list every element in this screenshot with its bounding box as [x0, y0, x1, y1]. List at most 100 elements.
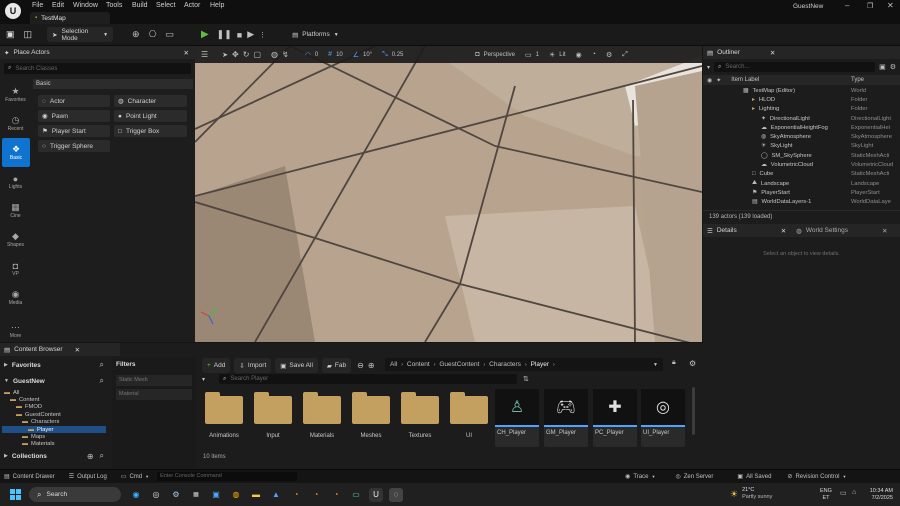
asset-search[interactable]: ⌕ Search Player [219, 374, 518, 384]
sidebar-basic[interactable]: ❖ Basic [2, 138, 30, 167]
console-input[interactable]: Enter Console Command [157, 472, 298, 481]
import-button[interactable]: ⇩ Import [234, 358, 272, 373]
maximize-icon[interactable]: ❐ [867, 2, 873, 10]
angle-snap-value[interactable]: 10° [363, 52, 372, 58]
rotate-snap-icon[interactable]: ◠ [305, 51, 311, 59]
blueprint-tile[interactable]: ♙ CH_Player [495, 389, 539, 447]
taskbar-search[interactable]: ⌕ Search [29, 487, 121, 502]
cinematics-icon[interactable]: ▭ [165, 29, 174, 40]
close-icon[interactable]: ✕ [770, 49, 775, 57]
blender-icon-2[interactable]: ◔ [309, 488, 323, 502]
outliner-row[interactable]: ☁ ExponentialHeightFog ExponentialHei [703, 123, 900, 132]
blueprint-icon[interactable]: ⎔ [149, 29, 157, 40]
clock[interactable]: 10:34 AM 7/2/2025 [863, 488, 893, 502]
menu-file[interactable]: File [32, 2, 43, 9]
scale-icon[interactable]: ▢ [253, 50, 261, 59]
minimize-icon[interactable]: – [845, 1, 849, 10]
close-icon[interactable]: ✕ [887, 1, 894, 10]
lock-icon[interactable]: 🔒︎ [672, 359, 676, 367]
actor-item-player-start[interactable]: ⚑ Player Start [38, 125, 110, 137]
unreal-icon-2[interactable]: ◌ [389, 487, 403, 502]
menu-select[interactable]: Select [156, 2, 175, 9]
outliner-row[interactable]: ☀ SkyLight SkyLight [703, 142, 900, 151]
filter-icon[interactable]: ▾ [202, 376, 205, 383]
chevron-down-icon[interactable]: ▼ [653, 362, 658, 368]
outliner-row[interactable]: ◯ SM_SkySphere StaticMeshActi [703, 151, 900, 160]
actor-item-character[interactable]: ◍ Character [114, 95, 187, 107]
settings-icon[interactable]: ⚙ [606, 51, 612, 59]
outliner-row[interactable]: ▸ Lighting Folder [703, 105, 900, 114]
maximize-viewport-icon[interactable]: ⤢ [622, 51, 628, 59]
chrome-icon[interactable]: ◍ [229, 488, 243, 502]
rotate-snap-value[interactable]: 0 [315, 52, 318, 58]
search-icon[interactable]: ⌕ [100, 360, 104, 370]
viewport-options-icon[interactable]: ☰ [201, 50, 208, 59]
outliner-row[interactable]: □ Cube StaticMeshActi [703, 170, 900, 179]
breadcrumb-all[interactable]: All [390, 361, 397, 368]
root-header[interactable]: ▼ GuestNew ⌕ [4, 376, 104, 386]
pause-icon[interactable]: ❚❚ [217, 29, 232, 40]
surface-snap-icon[interactable]: ↯ [282, 50, 289, 59]
menu-actor[interactable]: Actor [184, 2, 200, 9]
sidebar-recent[interactable]: ◷ Recent [0, 109, 31, 138]
pin-icon[interactable]: ✦ [716, 77, 721, 84]
file-explorer-icon[interactable]: ▬ [249, 488, 263, 502]
add-icon[interactable]: ⊕ [87, 452, 94, 461]
forward-icon[interactable]: ⊕ [368, 361, 375, 370]
zen-server-button[interactable]: ◎ Zen Server [675, 473, 713, 481]
actor-item-point-light[interactable]: ● Point Light [114, 110, 187, 122]
weather-widget[interactable]: ☀ 21°C Partly sunny [730, 487, 772, 501]
move-icon[interactable]: ✥ [232, 50, 239, 59]
lit-mode[interactable]: Lit [559, 52, 565, 58]
outliner-row[interactable]: ☁ VolumetricCloud VolumetricCloud [703, 160, 900, 169]
save-icon[interactable]: ▣ [6, 29, 15, 40]
tree-item[interactable]: ▬ GuestContent [2, 411, 106, 418]
add-button[interactable]: + Add [202, 358, 231, 373]
sidebar-vp[interactable]: ◘ VP [0, 254, 31, 283]
tree-item[interactable]: ▬ Maps [2, 433, 106, 440]
sidebar-shapes[interactable]: ◆ Shapes [0, 225, 31, 254]
steam-icon[interactable]: ⚙ [169, 488, 183, 502]
sidebar-more[interactable]: ⋯ More [0, 316, 31, 345]
outliner-row[interactable]: ⚑ PlayerStart PlayerStart [703, 188, 900, 197]
tree-item[interactable]: ▬ Characters [2, 419, 106, 426]
content-icon[interactable]: ◫ [24, 29, 33, 40]
sidebar-media[interactable]: ◉ Media [0, 283, 31, 312]
favorites-header[interactable]: ▶ Favorites ⌕ [4, 360, 104, 370]
performance-icon[interactable]: ◔ [592, 51, 596, 58]
filter-static-mesh[interactable]: Static Mesh [116, 375, 192, 386]
save-all-button[interactable]: ▣ Save All [275, 358, 318, 373]
close-icon[interactable]: ✕ [882, 227, 887, 235]
camera-icon[interactable]: ◘ [475, 51, 479, 58]
settings-icon[interactable]: ⚙ [689, 359, 696, 368]
content-drawer-button[interactable]: ▤ Content Drawer [4, 473, 55, 481]
tab-world-settings[interactable]: ◍ World Settings ✕ [796, 227, 887, 235]
folder-tile[interactable]: Animations [202, 390, 246, 451]
store-icon[interactable]: ▣ [209, 488, 223, 502]
folder-tile[interactable]: UI [447, 390, 491, 451]
menu-build[interactable]: Build [132, 2, 148, 9]
tab-details[interactable]: ☰ Details ✕ [707, 227, 786, 235]
outliner-search[interactable]: ⌕ Search... [714, 62, 876, 72]
screen-icon[interactable]: ▭ [525, 51, 532, 59]
filter-icon[interactable]: ▾ [707, 64, 710, 71]
fab-button[interactable]: ▰ Fab [321, 358, 352, 373]
app-icon[interactable]: ▦ [189, 488, 203, 502]
screen-pct-value[interactable]: 1 [536, 52, 539, 58]
level-viewport[interactable] [195, 46, 702, 342]
place-actors-search[interactable]: ⌕ Search Classes [4, 63, 191, 74]
tree-item[interactable]: ▬ FMOD [2, 404, 106, 411]
trace-button[interactable]: ◉ Trace ▼ [625, 473, 655, 481]
close-icon[interactable]: ✕ [75, 346, 80, 354]
tree-item[interactable]: ▬ Player [2, 425, 106, 434]
actor-item-trigger-sphere[interactable]: ○ Trigger Sphere [38, 140, 110, 152]
unreal-logo-icon[interactable]: U [5, 3, 21, 19]
stop-icon[interactable]: ■ [237, 30, 242, 40]
actor-item-trigger-box[interactable]: □ Trigger Box [114, 125, 187, 137]
folder-tile[interactable]: Textures [398, 390, 442, 451]
menu-help[interactable]: Help [210, 2, 224, 9]
menu-edit[interactable]: Edit [52, 2, 64, 9]
breadcrumb-guestcontent[interactable]: GuestContent [439, 361, 479, 368]
messages-icon[interactable]: ▭ [349, 488, 363, 502]
world-icon[interactable]: ◍ [271, 50, 278, 59]
